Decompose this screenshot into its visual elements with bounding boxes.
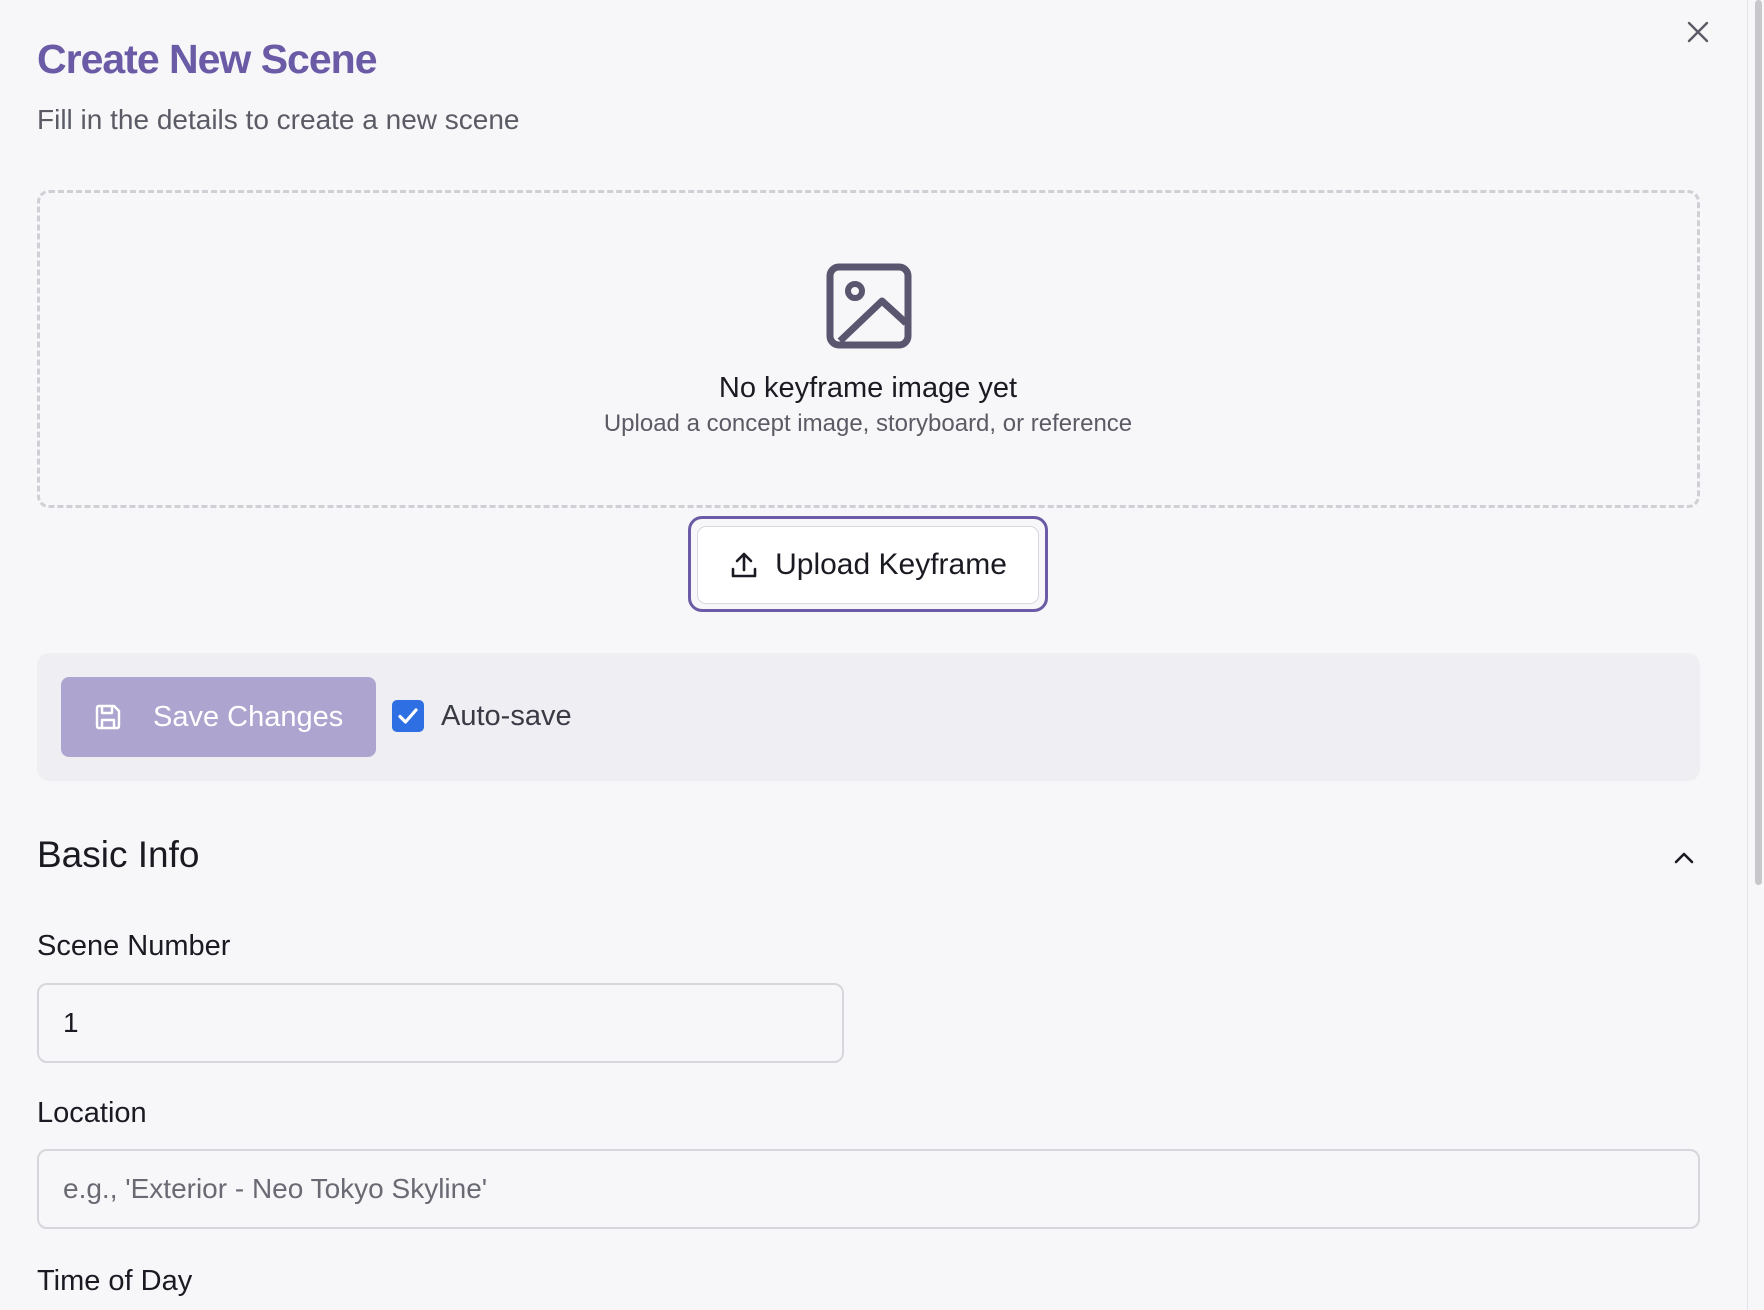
autosave-checkbox[interactable] [392, 700, 424, 732]
save-changes-button[interactable]: Save Changes [61, 677, 376, 757]
collapse-basic-info-button[interactable] [1668, 842, 1700, 874]
close-icon [1687, 21, 1709, 43]
location-input[interactable] [37, 1149, 1700, 1229]
create-scene-dialog: Create New Scene Fill in the details to … [0, 0, 1748, 1310]
keyframe-empty-title: No keyframe image yet [718, 372, 1018, 404]
location-label: Location [37, 1097, 147, 1129]
chevron-up-icon [1674, 852, 1694, 864]
time-of-day-label: Time of Day [37, 1265, 193, 1297]
dialog-title: Create New Scene [37, 36, 378, 82]
scene-number-label: Scene Number [37, 930, 231, 962]
keyframe-empty-subtitle: Upload a concept image, storyboard, or r… [603, 410, 1133, 437]
save-icon [95, 704, 121, 730]
scrollbar[interactable] [1752, 0, 1764, 1310]
upload-keyframe-label: Upload Keyframe [775, 548, 1007, 581]
scene-number-input[interactable] [37, 983, 844, 1063]
dialog-subtitle: Fill in the details to create a new scen… [37, 104, 520, 135]
upload-icon [731, 552, 757, 578]
basic-info-heading: Basic Info [37, 834, 200, 875]
scrollbar-thumb[interactable] [1755, 0, 1762, 885]
image-icon [826, 263, 912, 349]
keyframe-dropzone [37, 190, 1700, 508]
upload-keyframe-button[interactable]: Upload Keyframe [697, 526, 1039, 604]
save-changes-label: Save Changes [153, 700, 344, 733]
close-button[interactable] [1680, 14, 1716, 50]
autosave-label[interactable]: Auto-save [441, 700, 572, 733]
checkmark-icon [398, 708, 418, 724]
